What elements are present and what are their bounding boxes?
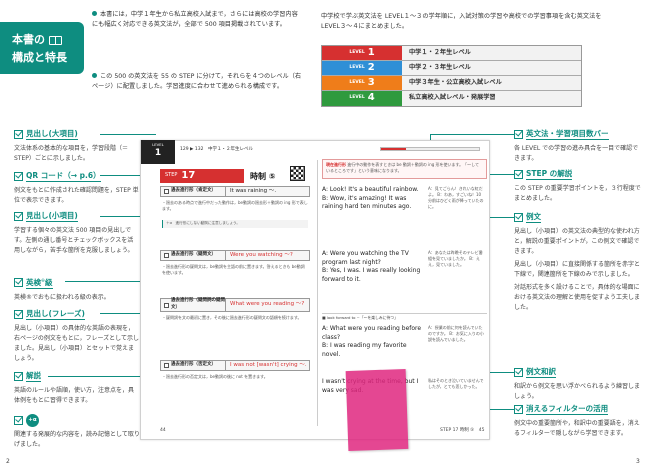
right-intro: 中学校で学ぶ英文法を LEVEL１～３の学年順に，入試対策の学習や高校での学習事… xyxy=(321,13,602,30)
sample-page-left: 44 xyxy=(160,428,166,433)
check-icon xyxy=(514,404,523,414)
intro-item-2: この 500 の英文法を 55 の STEP に分けて，それらを４つのレベル（右… xyxy=(92,73,302,90)
checkbox-icon[interactable] xyxy=(164,188,169,194)
level-description: 私立高校入試レベル・発展学習 xyxy=(402,91,581,106)
example-sentence: A: What were you reading before class? B… xyxy=(322,325,422,358)
intro-item-1: 本書には，中学１年生から私立高校入試まで，さらには高校の学習内容にも幅広く対応で… xyxy=(92,11,298,28)
connector-line xyxy=(100,134,156,135)
item-explanation: ・過去進行形の疑問文は，be動詞を主語の前に置きます。答えるときも be動詞を使… xyxy=(162,264,305,275)
level-description: 中学２・３年生レベル xyxy=(402,61,581,75)
annotation-eiken: 英検®級 英検®でおもに扱われる級の表示。 xyxy=(14,275,139,303)
annotation-heading-phrase: 見出し(フレーズ) 見出し（小項目）の具体的な英語の表現を，右ページの例文をもと… xyxy=(14,309,139,362)
page-number-left: 2 xyxy=(6,458,10,465)
plus-alpha-note: ＋α 進行形にしない動詞に注意しましょう。 xyxy=(162,220,308,228)
item-explanation: ・過去進行形の否定文は，be動詞の後に not を置きます。 xyxy=(162,374,268,379)
annotation-step-explanation: STEP の解説 この STEP の重要学習ポイントを，３行程度でまとめました。 xyxy=(514,169,641,202)
example-sentence: A: Look! It's a beautiful rainbow. B: Wo… xyxy=(322,186,419,210)
check-icon xyxy=(514,129,523,139)
example-translation: A：授業の前に何を読んでいたのですか。 B：お気に入りの小説を読んでいました。 xyxy=(428,325,484,342)
level-badge: LEVEL 2 xyxy=(322,61,402,75)
bullet-dot-icon xyxy=(92,11,97,16)
item-heading: 過去進行形（疑問詞の疑問文） What were you reading 〜? xyxy=(160,298,310,312)
title-line2: 構成と特長 xyxy=(12,51,67,64)
check-icon xyxy=(14,211,23,221)
check-icon xyxy=(14,416,23,425)
title-line1: 本書の xyxy=(12,33,45,46)
check-icon xyxy=(14,309,23,319)
level-badge: LEVEL 4 xyxy=(322,91,402,106)
phrase-bar: ■ look forward to ~「～を楽しみに待つ」 xyxy=(322,313,487,320)
example-translation: A：見てごらん！きれいな虹だよ。 B：わあ，すごいね！10 分前はひどく雨が降っ… xyxy=(428,186,484,209)
item-explanation: ・疑問詞を文の最初に置き，その後に過去進行形の疑問文の語順を続けます。 xyxy=(162,315,302,320)
item-heading: 過去進行形（疑問文） Were you watching 〜? xyxy=(160,250,310,261)
item-heading: 過去進行形（否定文） I was not [wasn't] crying 〜. xyxy=(160,360,310,371)
progress-fill xyxy=(381,148,406,150)
level-row: LEVEL 3 中学３年生・公立高校入試レベル xyxy=(322,76,581,91)
checkbox-icon[interactable] xyxy=(164,252,169,258)
checkbox-icon[interactable] xyxy=(164,302,169,308)
annotation-translation: 例文和訳 和訳から例文を思い浮かべられるよう練習しましょう。 xyxy=(514,367,641,400)
book-icon xyxy=(49,35,62,45)
example-translation: 私はそのとき泣いていませんでしたが，とても悲しかった。 xyxy=(428,378,484,389)
sample-level-tab: LEVEL 1 xyxy=(141,140,175,164)
sample-top-text: 129 ▶ 132 中学１・２年生レベル xyxy=(180,147,253,152)
level-table: LEVEL 1 中学１・２年生レベル LEVEL 2 中学２・３年生レベル LEVEL 3 中学… xyxy=(321,45,582,107)
step-point-box: 現在進行形 進行中の動作を表すときは be 動詞＋動詞の ing 形を使います。… xyxy=(322,159,487,179)
step-badge: STEP 17 xyxy=(160,169,244,183)
check-icon xyxy=(514,367,523,377)
level-description: 中学１・２年生レベル xyxy=(402,46,581,60)
bullet-dot-icon xyxy=(92,73,97,78)
page-number-right: 3 xyxy=(636,458,640,465)
level-badge: LEVEL 3 xyxy=(322,76,402,90)
check-icon xyxy=(14,371,23,381)
annotation-progress-bar: 英文法・学習項目数バー 各 LEVEL での学習の進み具合を一目で確認できます。 xyxy=(514,129,639,162)
check-icon xyxy=(14,171,23,181)
step-title: 時制 ⑤ xyxy=(250,172,276,181)
check-icon xyxy=(14,277,23,287)
check-icon xyxy=(14,129,23,139)
example-sentence: A: Were you watching the TV program last… xyxy=(322,250,421,283)
annotation-plus-alpha: +α 関連する発展的な内容を，読み記憶として取り上げました。 xyxy=(14,414,149,450)
progress-bar xyxy=(380,147,480,151)
connector-line xyxy=(430,134,514,135)
item-heading: 過去進行形（肯定文） It was raining 〜. xyxy=(160,186,310,197)
level-badge: LEVEL 1 xyxy=(322,46,402,60)
connector-line xyxy=(487,174,514,175)
level-row: LEVEL 1 中学１・２年生レベル xyxy=(322,46,581,61)
title-badge: 本書の 構成と特長 xyxy=(0,22,84,74)
annotation-example: 例文 見出し（小項目）の英文法の典型的な使われ方と，解説の重要ポイントが，この例… xyxy=(514,212,641,311)
annotation-filter: 消えるフィルターの活用 例文中の重要箇所や，和訳中の重要語を，消えるフィルターで… xyxy=(514,404,640,437)
level-row: LEVEL 2 中学２・３年生レベル xyxy=(322,61,581,76)
check-icon xyxy=(514,169,523,179)
check-icon xyxy=(514,212,523,222)
red-filter-sheet[interactable] xyxy=(345,368,409,452)
level-description: 中学３年生・公立高校入試レベル xyxy=(402,76,581,90)
sample-page xyxy=(140,140,490,440)
sample-page-right: STEP 17 時制 ⑤ 45 xyxy=(440,428,485,433)
sample-divider xyxy=(317,160,318,426)
level-row: LEVEL 4 私立高校入試レベル・発展学習 xyxy=(322,91,581,106)
item-explanation: ・過去のある時点で進行中だった動作は，be動詞の過去形＋動詞の ing 形で表し… xyxy=(162,200,308,211)
example-translation: A：あなたは昨晩そのテレビ番組を見ていましたか。 B：ええ，見ていました。 xyxy=(428,250,483,267)
plus-alpha-icon: +α xyxy=(26,414,39,427)
qr-code-icon[interactable] xyxy=(290,166,305,181)
checkbox-icon[interactable] xyxy=(164,362,169,368)
